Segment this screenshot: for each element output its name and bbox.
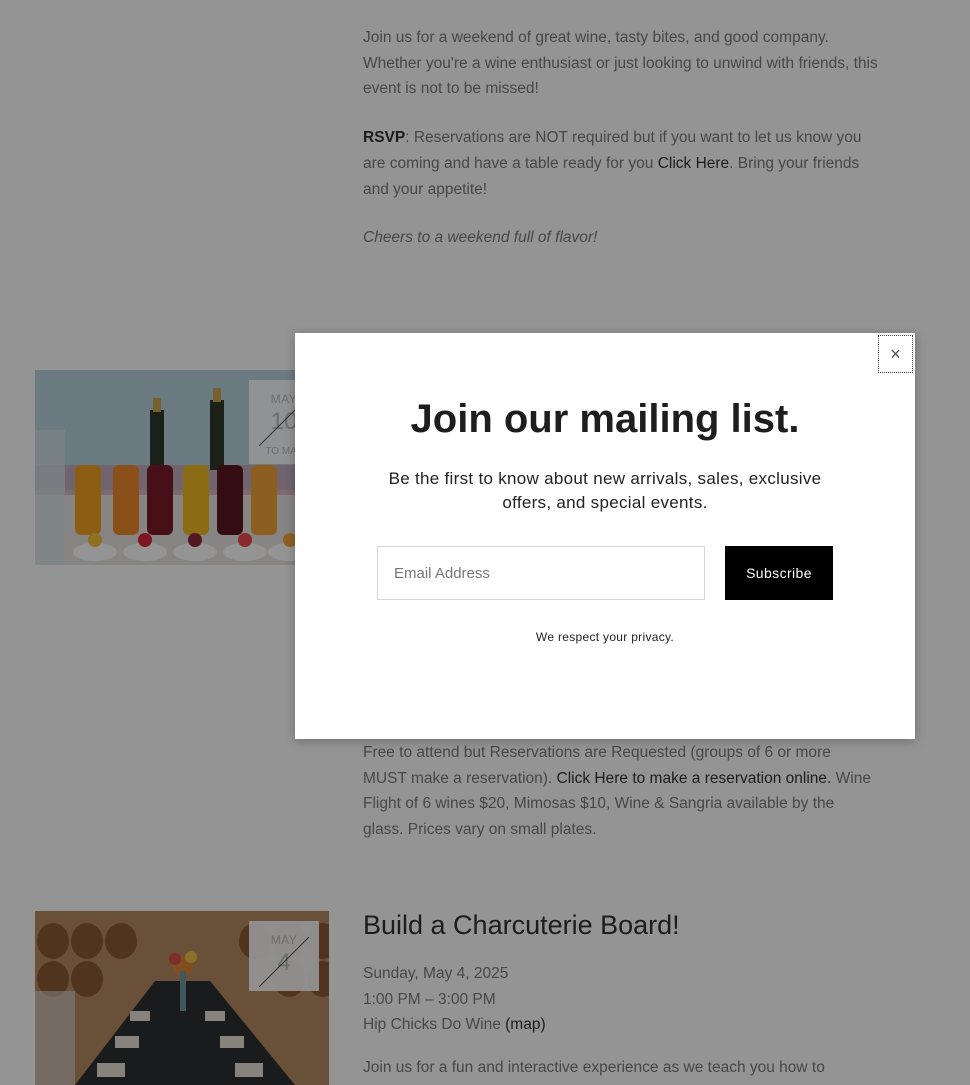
modal-subtitle: Be the first to know about new arrivals,… — [388, 469, 822, 512]
close-icon: × — [890, 343, 901, 364]
modal-title: Join our mailing list. — [410, 397, 800, 441]
mailing-list-modal: × Join our mailing list. Be the first to… — [295, 333, 915, 739]
subscribe-button[interactable]: Subscribe — [725, 546, 833, 600]
privacy-note: We respect your privacy. — [535, 630, 675, 644]
close-button[interactable]: × — [878, 335, 913, 373]
email-field[interactable] — [377, 546, 705, 600]
